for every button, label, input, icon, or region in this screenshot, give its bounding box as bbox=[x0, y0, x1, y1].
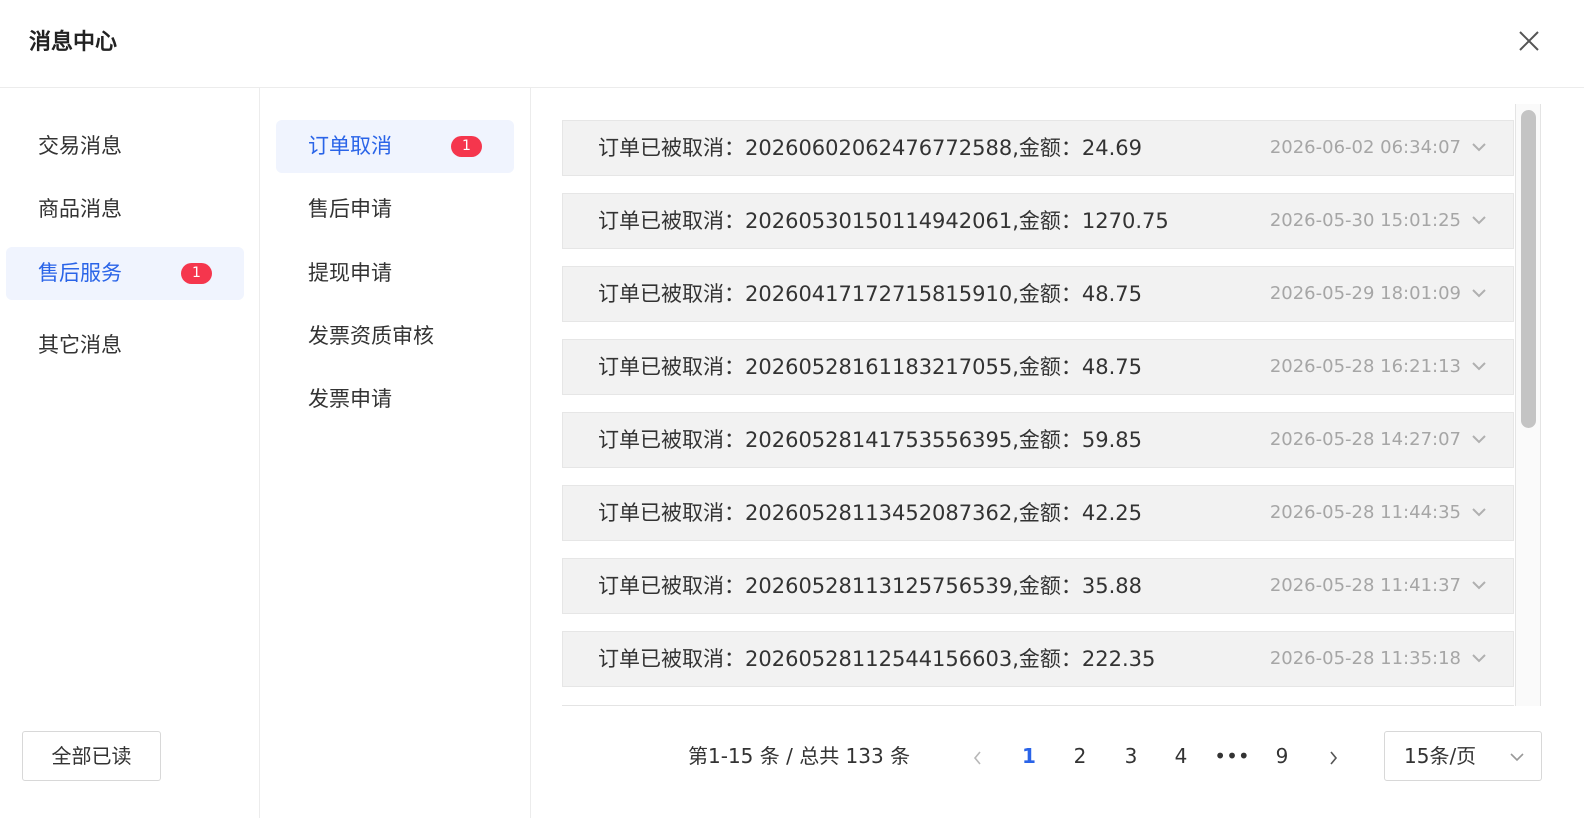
chevron-down-icon[interactable] bbox=[1471, 214, 1487, 226]
scrollbar-thumb[interactable] bbox=[1521, 110, 1536, 428]
subcategory-item-order-cancel[interactable]: 订单取消 1 bbox=[276, 120, 514, 173]
chevron-down-icon[interactable] bbox=[1471, 652, 1487, 664]
pagination-summary: 第1-15 条 / 总共 133 条 bbox=[688, 744, 911, 768]
scrollbar[interactable] bbox=[1515, 104, 1541, 706]
chevron-down-icon[interactable] bbox=[1471, 287, 1487, 299]
message-row[interactable]: 订单已被取消：2026060206247677258​8,金额：24.69 20… bbox=[562, 120, 1514, 176]
message-row[interactable]: 订单已被取消：20260528113452087362,金额：42.25 202… bbox=[562, 485, 1514, 541]
message-row[interactable]: 订单已被取消：20260528113125756539,金额：35.88 202… bbox=[562, 558, 1514, 614]
message-text: 订单已被取消：20260528112544156603,金额：222.35 bbox=[598, 647, 1156, 671]
dialog-header: 消息中心 bbox=[0, 0, 1584, 88]
message-row[interactable]: 订单已被取消：20260528112544156603,金额：222.35 20… bbox=[562, 631, 1514, 687]
chevron-left-icon bbox=[973, 750, 981, 765]
category-label: 交易消息 bbox=[38, 134, 122, 158]
message-text: 订单已被取消：2026060206247677258​8,金额：24.69 bbox=[598, 136, 1143, 160]
message-text: 订单已被取消：20260528113125756539,金额：35.88 bbox=[598, 574, 1143, 598]
subcategory-label: 订单取消 bbox=[308, 134, 392, 158]
chevron-down-icon[interactable] bbox=[1471, 433, 1487, 445]
message-text: 订单已被取消：20260528113452087362,金额：42.25 bbox=[598, 501, 1143, 525]
page-size-value: 15条/页 bbox=[1404, 744, 1477, 768]
message-text: 订单已被取消：20260417172715815910,金额：48.75 bbox=[598, 282, 1143, 306]
subcategory-item-withdraw-apply[interactable]: 提现申请 bbox=[276, 247, 514, 300]
message-time: 2026-05-28 11:41:37 bbox=[1269, 575, 1461, 596]
chevron-down-icon[interactable] bbox=[1471, 579, 1487, 591]
message-time: 2026-05-28 16:21:13 bbox=[1269, 356, 1461, 377]
message-list: 订单已被取消：2026060206247677258​8,金额：24.69 20… bbox=[562, 104, 1514, 706]
category-item-other[interactable]: 其它消息 bbox=[6, 319, 244, 372]
category-label: 商品消息 bbox=[38, 197, 122, 221]
category-item-goods[interactable]: 商品消息 bbox=[6, 183, 244, 236]
unread-badge: 1 bbox=[451, 136, 482, 157]
page-title: 消息中心 bbox=[29, 30, 118, 55]
page-button-1[interactable]: 1 bbox=[1009, 738, 1049, 774]
subcategory-label: 发票申请 bbox=[308, 387, 392, 411]
message-text: 订单已被取消：20260528161183217055,金额：48.75 bbox=[598, 355, 1143, 379]
mark-all-read-button[interactable]: 全部已读 bbox=[22, 731, 161, 781]
subcategory-list: 订单取消 1 售后申请 提现申请 发票资质审核 发票申请 bbox=[260, 88, 531, 818]
chevron-down-icon[interactable] bbox=[1471, 141, 1487, 153]
message-panel: 订单已被取消：2026060206247677258​8,金额：24.69 20… bbox=[531, 88, 1584, 818]
message-row[interactable]: 订单已被取消：20260417172715815910,金额：48.75 202… bbox=[562, 266, 1514, 322]
page-button-2[interactable]: 2 bbox=[1060, 738, 1100, 774]
message-row[interactable]: 订单已被取消：20260528161183217055,金额：48.75 202… bbox=[562, 339, 1514, 395]
category-label: 售后服务 bbox=[38, 261, 122, 285]
next-page-button[interactable] bbox=[1313, 738, 1353, 774]
subcategory-label: 发票资质审核 bbox=[308, 324, 434, 348]
message-row[interactable]: 订单已被取消：20260528141753556395,金额：59.85 202… bbox=[562, 412, 1514, 468]
category-sidebar: 交易消息 商品消息 售后服务 1 其它消息 全部已读 bbox=[0, 88, 260, 818]
subcategory-item-after-sales-apply[interactable]: 售后申请 bbox=[276, 183, 514, 236]
page-size-select[interactable]: 15条/页 bbox=[1384, 731, 1542, 781]
category-item-trade[interactable]: 交易消息 bbox=[6, 120, 244, 173]
subcategory-item-invoice-qualification[interactable]: 发票资质审核 bbox=[276, 310, 514, 363]
prev-page-button[interactable] bbox=[958, 738, 998, 774]
chevron-down-icon[interactable] bbox=[1471, 360, 1487, 372]
message-time: 2026-05-28 11:35:18 bbox=[1269, 648, 1461, 669]
subcategory-item-invoice-apply[interactable]: 发票申请 bbox=[276, 373, 514, 426]
page-ellipsis[interactable]: ••• bbox=[1212, 738, 1252, 774]
subcategory-label: 售后申请 bbox=[308, 197, 392, 221]
chevron-down-icon bbox=[1510, 753, 1524, 762]
page-button-4[interactable]: 4 bbox=[1161, 738, 1201, 774]
message-text: 订单已被取消：20260530150114942061,金额：1270.75 bbox=[598, 209, 1169, 233]
page-button-3[interactable]: 3 bbox=[1111, 738, 1151, 774]
page-button-9[interactable]: 9 bbox=[1262, 738, 1302, 774]
unread-badge: 1 bbox=[181, 263, 212, 284]
chevron-right-icon bbox=[1330, 750, 1338, 765]
chevron-down-icon[interactable] bbox=[1471, 506, 1487, 518]
category-item-after-sales[interactable]: 售后服务 1 bbox=[6, 247, 244, 300]
message-row[interactable]: 订单已被取消：20260530150114942061,金额：1270.75 2… bbox=[562, 193, 1514, 249]
message-time: 2026-05-28 11:44:35 bbox=[1269, 502, 1461, 523]
message-time: 2026-06-02 06:34:07 bbox=[1269, 137, 1461, 158]
subcategory-label: 提现申请 bbox=[308, 261, 392, 285]
close-icon[interactable] bbox=[1514, 26, 1544, 56]
message-time: 2026-05-29 18:01:09 bbox=[1269, 283, 1461, 304]
message-time: 2026-05-30 15:01:25 bbox=[1269, 210, 1461, 231]
message-time: 2026-05-28 14:27:07 bbox=[1269, 429, 1461, 450]
message-text: 订单已被取消：20260528141753556395,金额：59.85 bbox=[598, 428, 1143, 452]
category-label: 其它消息 bbox=[38, 333, 122, 357]
